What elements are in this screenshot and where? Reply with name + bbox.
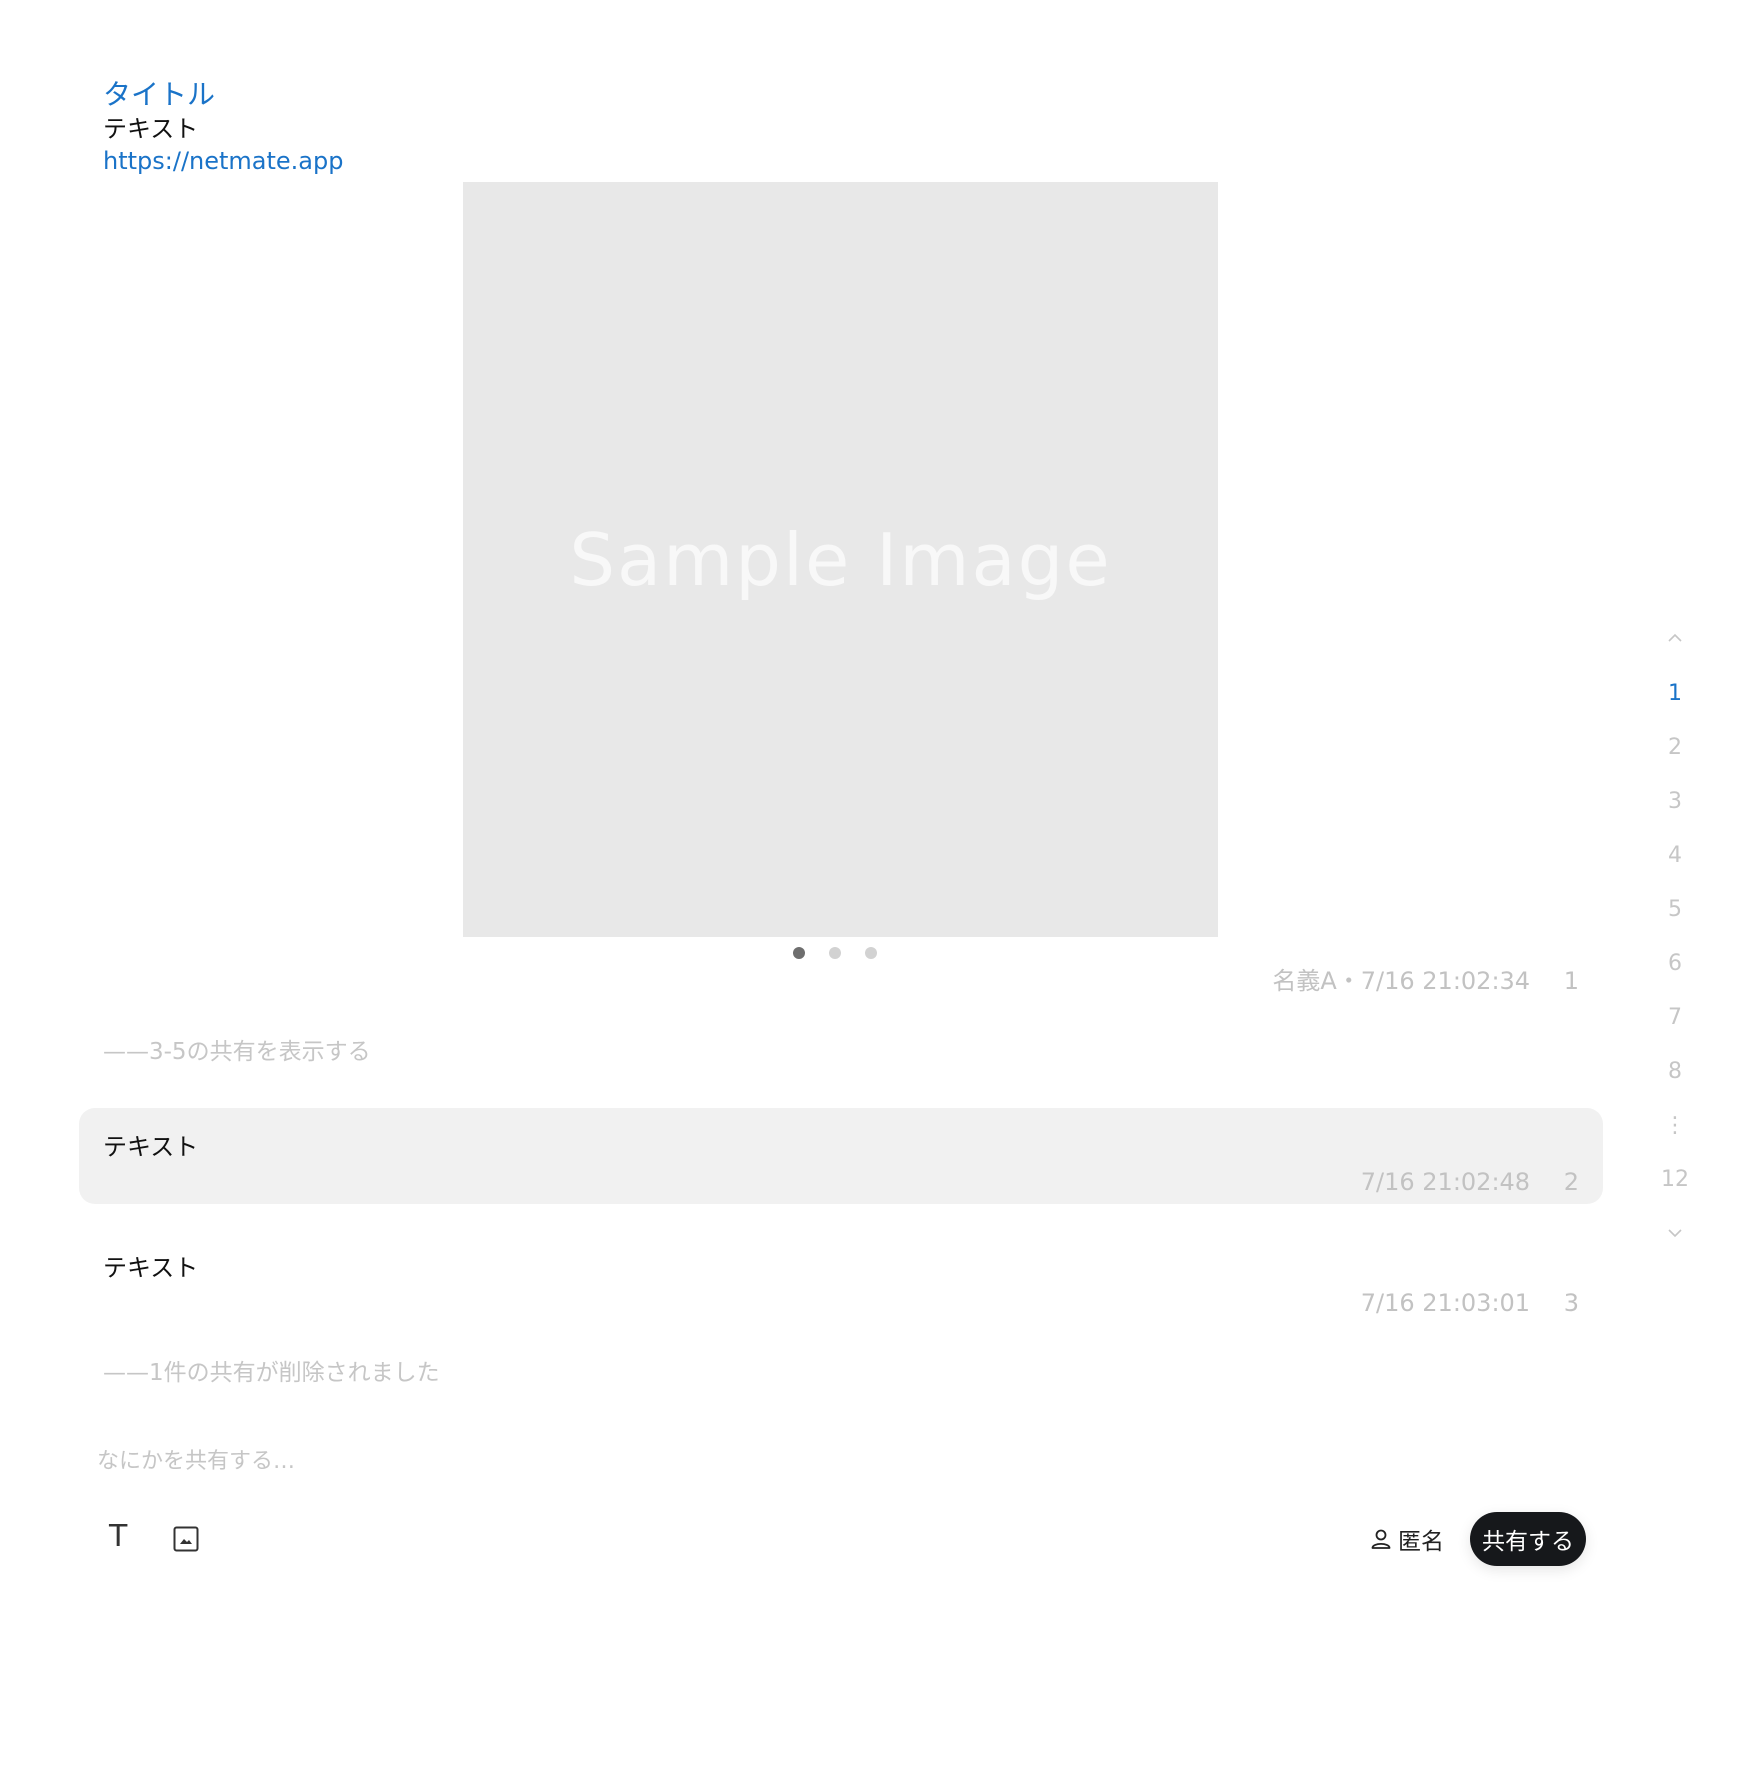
post-3-number: 3 xyxy=(1563,1289,1579,1317)
person-icon xyxy=(1371,1529,1391,1549)
page-item-12[interactable]: 12 xyxy=(1640,1166,1710,1194)
header-text: テキスト xyxy=(103,115,199,143)
carousel-dot-1[interactable] xyxy=(793,947,805,959)
post-2-meta: 7/16 21:02:48 2 xyxy=(1361,1167,1579,1197)
page-item-8[interactable]: 8 xyxy=(1640,1058,1710,1086)
page-item-7[interactable]: 7 xyxy=(1640,1004,1710,1032)
compose-input[interactable]: なにかを共有する… xyxy=(97,1448,295,1476)
anonymous-toggle[interactable]: 匿名 xyxy=(1370,1522,1444,1556)
post-1-author-time: 名義A・7/16 21:02:34 xyxy=(1272,967,1531,995)
post-2-time: 7/16 21:02:48 xyxy=(1360,1168,1531,1196)
page-title: タイトル xyxy=(103,78,216,111)
post-1-meta: 名義A・7/16 21:02:34 1 xyxy=(1272,966,1579,996)
post-image[interactable]: Sample Image xyxy=(463,182,1218,937)
carousel-dot-3[interactable] xyxy=(865,947,877,959)
post-3-meta: 7/16 21:03:01 3 xyxy=(1361,1288,1579,1318)
deleted-posts-notice: ——1件の共有が削除されました xyxy=(103,1360,440,1386)
carousel-dot-2[interactable] xyxy=(829,947,841,959)
post-2-text: テキスト xyxy=(103,1133,199,1161)
image-placeholder-label: Sample Image xyxy=(569,517,1112,602)
page-item-5[interactable]: 5 xyxy=(1640,896,1710,924)
anonymous-label: 匿名 xyxy=(1398,1529,1444,1555)
post-1-number: 1 xyxy=(1563,967,1579,995)
image-icon[interactable] xyxy=(173,1526,199,1552)
text-icon[interactable]: T xyxy=(109,1520,127,1554)
show-hidden-posts-link[interactable]: ——3-5の共有を表示する xyxy=(103,1037,371,1067)
page-item-1[interactable]: 1 xyxy=(1640,680,1710,708)
chevron-up-icon[interactable] xyxy=(1667,630,1683,646)
page-item-3[interactable]: 3 xyxy=(1640,788,1710,816)
post-2-number: 2 xyxy=(1563,1168,1579,1196)
carousel-dots xyxy=(793,947,877,959)
page-item-2[interactable]: 2 xyxy=(1640,734,1710,762)
page-ellipsis: ⋮ xyxy=(1664,1113,1686,1138)
post-3-time: 7/16 21:03:01 xyxy=(1360,1289,1531,1317)
page-item-6[interactable]: 6 xyxy=(1640,950,1710,978)
page-item-4[interactable]: 4 xyxy=(1640,842,1710,870)
chevron-down-icon[interactable] xyxy=(1667,1225,1683,1241)
post-3-text: テキスト xyxy=(103,1254,199,1282)
share-button[interactable]: 共有する xyxy=(1470,1512,1586,1566)
header-link[interactable]: https://netmate.app xyxy=(103,146,343,176)
